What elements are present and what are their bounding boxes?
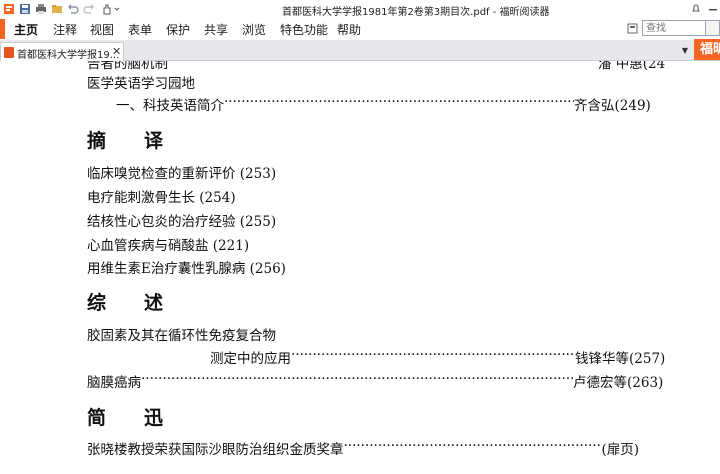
- document-tab[interactable]: 首都医科大学学报19... ✕: [0, 42, 124, 61]
- toc-entry-page: (249): [614, 98, 651, 114]
- dot-leader: ········································…: [343, 438, 602, 454]
- search-button[interactable]: [706, 20, 720, 36]
- notification-icon[interactable]: [690, 0, 702, 16]
- pdf-file-icon: [4, 47, 14, 58]
- menu-help[interactable]: 帮助: [337, 21, 361, 38]
- document-page: 告者的脑机制 潘 中惠(24 医学英语学习园地 一、科技英语简介········…: [0, 61, 720, 474]
- close-tab-icon[interactable]: ✕: [112, 45, 121, 58]
- heading-news: 简 迅: [87, 407, 164, 429]
- toc-entry-title: 一、科技英语简介: [116, 98, 224, 114]
- menu-view[interactable]: 视图: [90, 21, 114, 38]
- review-title: 脑膜癌病: [87, 375, 141, 391]
- news-page: (扉页): [601, 442, 640, 458]
- dot-leader: ········································…: [224, 94, 574, 110]
- dot-leader: ········································…: [141, 371, 573, 387]
- toc-entry-author: 齐含弘: [574, 98, 615, 114]
- search-input[interactable]: [642, 20, 706, 36]
- menu-form[interactable]: 表单: [128, 21, 152, 38]
- document-tab-label: 首都医科大学学报19...: [17, 50, 120, 61]
- window-title: 首都医科大学学报1981年第2卷第3期目次.pdf - 福昕阅读器: [282, 7, 550, 18]
- menu-comment[interactable]: 注释: [53, 21, 77, 38]
- menu-features[interactable]: 特色功能: [280, 21, 328, 38]
- title-bar: 首都医科大学学报1981年第2卷第3期目次.pdf - 福昕阅读器: [0, 0, 720, 18]
- review-page: (257): [629, 351, 666, 367]
- abstract-item: 临床嗅觉检查的重新评价 (253): [87, 166, 277, 182]
- dot-leader: ········································…: [291, 347, 575, 363]
- abstract-item: 电疗能刺激骨生长 (254): [87, 190, 236, 206]
- abstract-item: 结核性心包炎的治疗经验 (255): [87, 214, 277, 230]
- toc-entry: 一、科技英语简介································…: [116, 94, 651, 114]
- print-icon[interactable]: [34, 2, 48, 15]
- redo-icon[interactable]: [82, 2, 96, 15]
- toc-entry: 测定中的应用··································…: [210, 347, 665, 367]
- review-author: 钱锋华等: [575, 351, 629, 367]
- abstract-item: 心血管疾病与硝酸盐 (221): [87, 238, 250, 254]
- undo-icon[interactable]: [66, 2, 80, 15]
- news-title: 张晓楼教授荣获国际沙眼防治组织金质奖章: [87, 442, 344, 458]
- chevron-down-icon[interactable]: ▼: [676, 41, 694, 60]
- brand-button[interactable]: 福昕: [694, 39, 720, 60]
- settings-icon[interactable]: [626, 20, 638, 36]
- review-page: (263): [627, 375, 664, 391]
- heading-reviews: 综 述: [87, 292, 164, 314]
- menu-browse[interactable]: 浏览: [242, 21, 266, 38]
- menu-share[interactable]: 共享: [204, 21, 228, 38]
- partial-entry-title: 告者的脑机制: [87, 61, 168, 72]
- review-title-line2: 测定中的应用: [210, 351, 291, 367]
- review-title-line1: 胶固素及其在循环性免疫复合物: [87, 328, 276, 344]
- hand-tool-icon[interactable]: [100, 2, 122, 15]
- heading-abstracts: 摘 译: [87, 130, 164, 152]
- toc-entry: 张晓楼教授荣获国际沙眼防治组织金质奖章·····················…: [87, 438, 639, 458]
- open-icon[interactable]: [50, 2, 64, 15]
- partial-entry-author: 潘 中惠(24: [598, 61, 666, 72]
- abstract-item: 用维生素E治疗囊性乳腺病 (256): [87, 261, 286, 277]
- save-icon[interactable]: [18, 2, 32, 15]
- review-author: 卢德宏等: [573, 375, 627, 391]
- home-tab-accent: [0, 19, 5, 39]
- menu-protect[interactable]: 保护: [166, 21, 190, 38]
- section-title-english: 医学英语学习园地: [87, 76, 195, 92]
- app-logo-icon[interactable]: [2, 2, 16, 15]
- minimize-icon[interactable]: [706, 0, 720, 16]
- menu-home[interactable]: 主页: [14, 21, 38, 38]
- toc-entry: 脑膜癌病····································…: [87, 371, 663, 391]
